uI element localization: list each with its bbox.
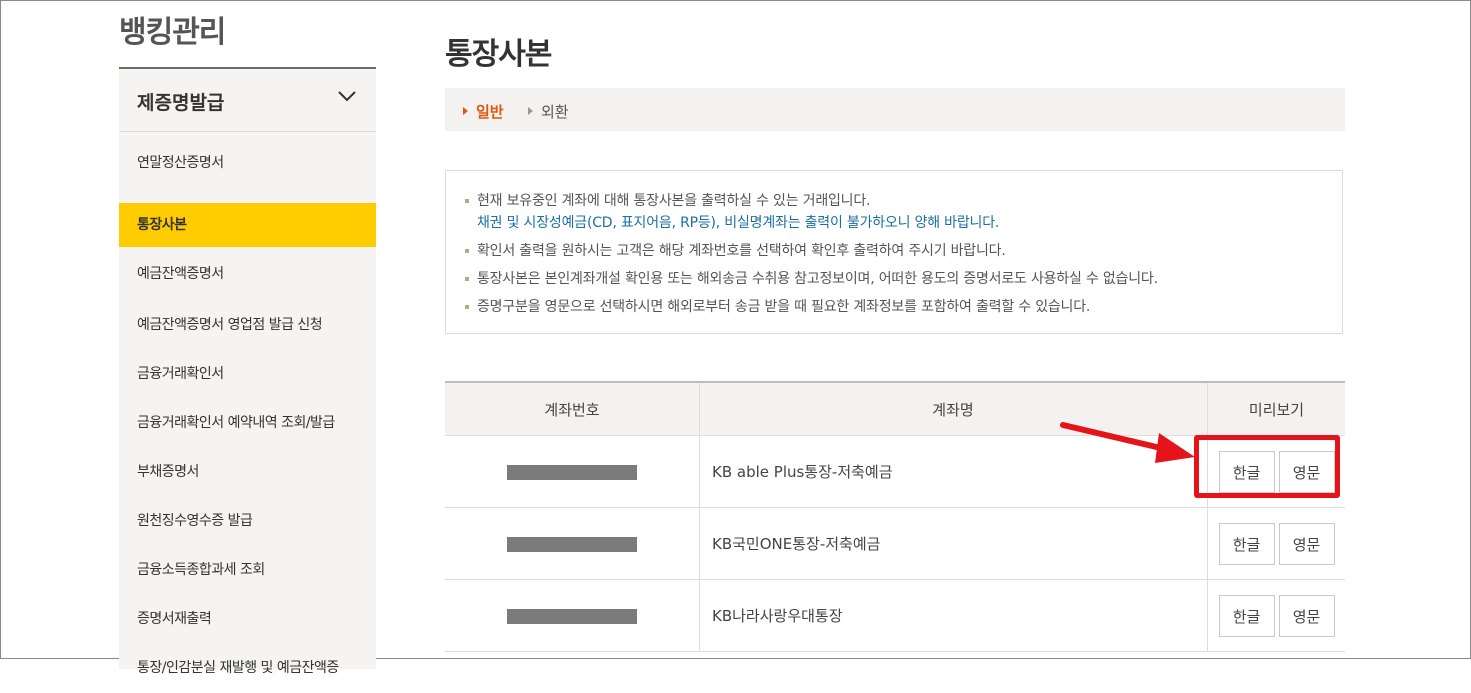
notice-text: 현재 보유중인 계좌에 대해 통장사본을 출력하실 수 있는 거래입니다. — [477, 193, 871, 209]
preview-korean-button[interactable]: 한글 — [1218, 594, 1275, 637]
table-row: KB국민ONE통장-저축예금 한글 영문 — [445, 507, 1345, 580]
preview-english-button[interactable]: 영문 — [1278, 594, 1335, 637]
header-account-number: 계좌번호 — [445, 382, 700, 436]
sidebar-item-bankbook-seal-reissue[interactable]: 통장/인감분실 재발행 및 예금잔액증 — [119, 644, 376, 693]
account-name-cell: KB국민ONE통장-저축예금 — [699, 507, 1208, 580]
sidebar: 제증명발급 연말정산증명서 통장사본 예금잔액증명서 예금잔액증명서 영업점 발… — [119, 67, 376, 676]
sidebar-item-financial-transaction-reservation[interactable]: 금융거래확인서 예약내역 조회/발급 — [119, 399, 376, 448]
table-row: KB나라사랑우대통장 한글 영문 — [445, 579, 1345, 652]
chevron-down-icon — [338, 91, 356, 102]
account-number-cell — [445, 435, 700, 508]
preview-korean-button[interactable]: 한글 — [1218, 522, 1275, 565]
account-name-cell: KB나라사랑우대통장 — [699, 579, 1208, 652]
tab-foreign-label: 외환 — [541, 103, 569, 121]
triangle-right-icon — [463, 107, 468, 115]
table-header-row: 계좌번호 계좌명 미리보기 — [445, 382, 1345, 436]
sidebar-section-toggle[interactable]: 제증명발급 — [119, 69, 376, 132]
tab-general-label: 일반 — [476, 103, 504, 121]
triangle-right-icon — [528, 107, 533, 115]
account-table: 계좌번호 계좌명 미리보기 KB able Plus통장-저축예금 한글 영문 K… — [445, 381, 1345, 652]
account-number-cell — [445, 579, 700, 652]
header-preview: 미리보기 — [1207, 382, 1345, 436]
preview-english-button[interactable]: 영문 — [1278, 522, 1335, 565]
sidebar-item-bankbook-copy[interactable]: 통장사본 — [119, 203, 376, 247]
tab-foreign-exchange[interactable]: 외환 — [528, 101, 569, 122]
sidebar-item-reprint-cert[interactable]: 증명서재출력 — [119, 595, 376, 644]
notice-text-highlight: 채권 및 시장성예금(CD, 표지어음, RP등), 비실명계좌는 출력이 불가… — [477, 215, 1000, 231]
account-number-cell — [445, 507, 700, 580]
sidebar-item-financial-income-tax[interactable]: 금융소득종합과세 조회 — [119, 546, 376, 595]
sidebar-title: 뱅킹관리 — [119, 15, 226, 50]
notice-text: 증명구분을 영문으로 선택하시면 해외로부터 송금 받을 때 필요한 계좌정보를… — [477, 299, 1091, 315]
notice-item: 증명구분을 영문으로 선택하시면 해외로부터 송금 받을 때 필요한 계좌정보를… — [463, 296, 1342, 318]
page-title: 통장사본 — [445, 37, 552, 72]
sidebar-section-label: 제증명발급 — [137, 92, 225, 114]
notice-item: 현재 보유중인 계좌에 대해 통장사본을 출력하실 수 있는 거래입니다. 채권 … — [463, 190, 1342, 234]
annotation-highlight-box — [1194, 435, 1340, 498]
sidebar-item-deposit-balance-branch[interactable]: 예금잔액증명서 영업점 발급 신청 — [119, 301, 376, 350]
masked-account-number — [507, 536, 637, 552]
sidebar-item-year-end-tax-cert[interactable]: 연말정산증명서 — [119, 132, 376, 192]
sidebar-item-financial-transaction-cert[interactable]: 금융거래확인서 — [119, 350, 376, 399]
notice-item: 통장사본은 본인계좌개설 확인용 또는 해외송금 수취용 참고정보이며, 어떠한… — [463, 268, 1342, 290]
annotation-arrow-icon — [1060, 422, 1195, 463]
masked-account-number — [507, 608, 637, 624]
sidebar-item-withholding-receipt[interactable]: 원천징수영수증 발급 — [119, 497, 376, 546]
masked-account-number — [507, 464, 637, 480]
sidebar-item-debt-cert[interactable]: 부채증명서 — [119, 448, 376, 497]
sidebar-item-deposit-balance-cert[interactable]: 예금잔액증명서 — [119, 252, 376, 301]
tab-bar: 일반 외환 — [445, 88, 1345, 131]
preview-cell: 한글 영문 — [1207, 507, 1345, 580]
preview-cell: 한글 영문 — [1207, 579, 1345, 652]
tab-general[interactable]: 일반 — [463, 101, 504, 122]
notice-box: 현재 보유중인 계좌에 대해 통장사본을 출력하실 수 있는 거래입니다. 채권 … — [445, 170, 1343, 334]
notice-item: 확인서 출력을 원하시는 고객은 해당 계좌번호를 선택하여 확인후 출력하여 … — [463, 240, 1342, 262]
notice-text: 통장사본은 본인계좌개설 확인용 또는 해외송금 수취용 참고정보이며, 어떠한… — [477, 271, 1158, 287]
sidebar-menu: 연말정산증명서 통장사본 예금잔액증명서 예금잔액증명서 영업점 발급 신청 금… — [119, 132, 376, 693]
notice-text: 확인서 출력을 원하시는 고객은 해당 계좌번호를 선택하여 확인후 출력하여 … — [477, 243, 1006, 259]
